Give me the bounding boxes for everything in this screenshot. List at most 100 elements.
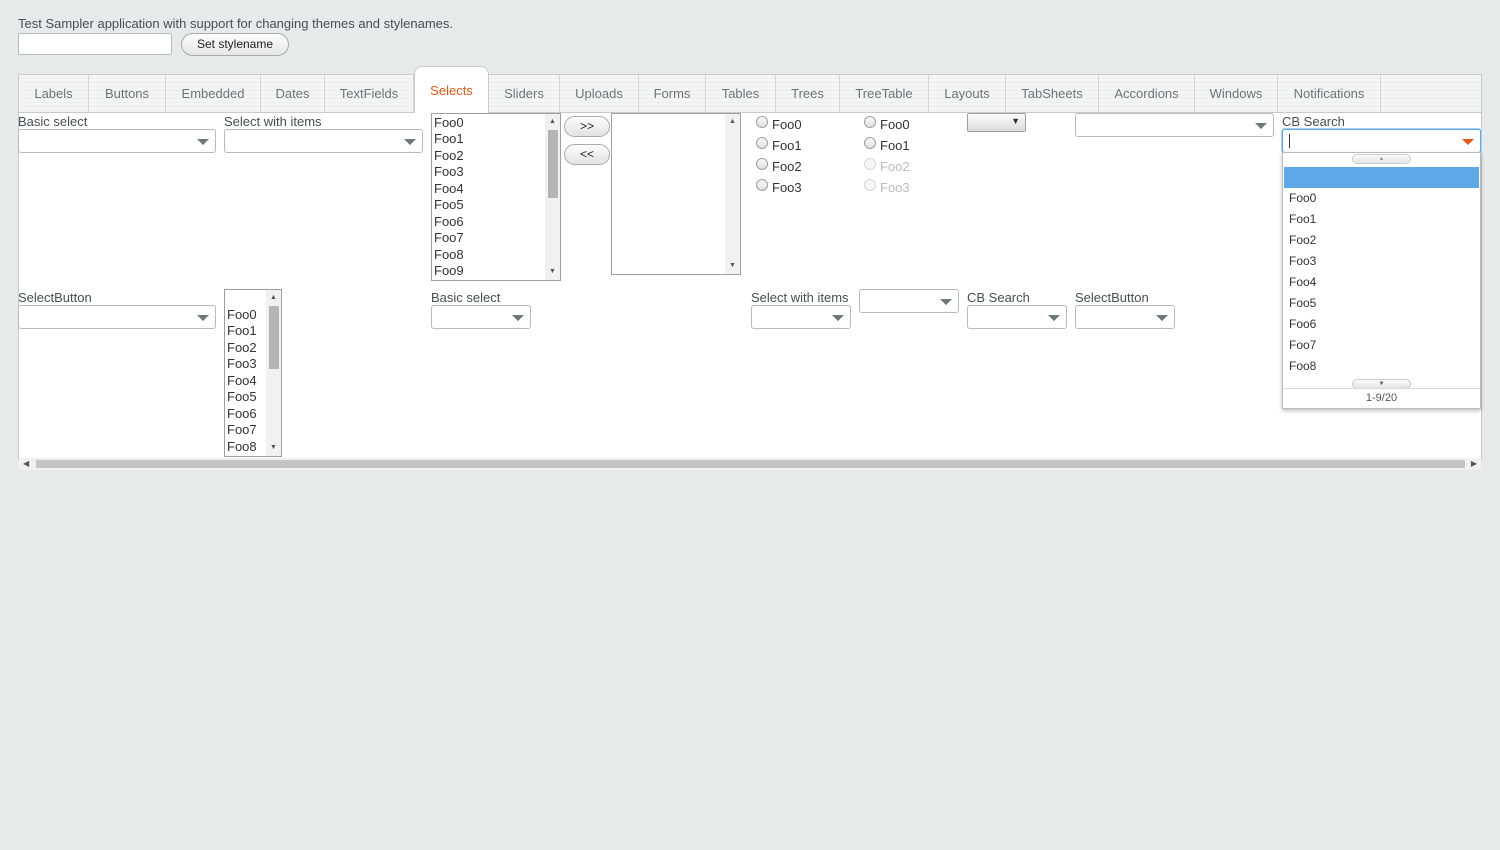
list-scrollbar[interactable]: ▲ ▼ [725,114,740,274]
combo-box[interactable] [1075,113,1274,137]
tab-layouts[interactable]: Layouts [929,75,1006,112]
tab-notifications[interactable]: Notifications [1278,75,1381,112]
list-item[interactable]: Foo7 [227,422,257,437]
tab-forms[interactable]: Forms [639,75,706,112]
tab-tabsheets[interactable]: TabSheets [1006,75,1099,112]
selectbutton-small[interactable] [1075,305,1175,329]
list-item[interactable]: Foo6 [227,406,257,421]
radio-label: Foo1 [772,138,802,153]
popup-item[interactable]: Foo3 [1289,254,1316,268]
list-item[interactable]: Foo2 [434,148,464,163]
tab-trees[interactable]: Trees [776,75,840,112]
popup-item[interactable]: Foo4 [1289,275,1316,289]
list-item[interactable]: Foo3 [227,356,257,371]
chevron-down-icon [940,299,952,305]
popup-item[interactable]: Foo6 [1289,317,1316,331]
combo-popup: ▲ Foo0 Foo1 Foo2 Foo3 Foo4 Foo5 Foo6 Foo… [1282,152,1481,409]
select-with-items-small[interactable] [751,305,851,329]
twincol-remove-button[interactable]: << [564,144,610,165]
list-select-small[interactable]: Foo0 Foo1 Foo2 Foo3 Foo4 Foo5 Foo6 Foo7 … [224,289,282,457]
radio-button[interactable] [756,116,768,128]
scroll-left-icon[interactable]: ◀ [23,459,29,468]
radio-label: Foo0 [772,117,802,132]
combo-box-small[interactable] [859,289,959,313]
popup-item[interactable]: Foo1 [1289,212,1316,226]
tab-sliders[interactable]: Sliders [489,75,560,112]
radio-button[interactable] [756,137,768,149]
list-item[interactable]: Foo1 [227,323,257,338]
list-item[interactable]: Foo0 [434,115,464,130]
select-with-items-label-small: Select with items [751,290,849,305]
list-item[interactable]: Foo5 [434,197,464,212]
chevron-down-icon [197,139,209,145]
tab-dates[interactable]: Dates [261,75,325,112]
native-select[interactable]: ▼ [967,113,1026,132]
tab-uploads[interactable]: Uploads [560,75,639,112]
list-item[interactable]: Foo2 [227,340,257,355]
radio-button[interactable] [864,116,876,128]
list-item[interactable]: Foo8 [227,439,257,454]
radio-button[interactable] [756,158,768,170]
scroll-up-icon[interactable]: ▲ [729,118,736,126]
cb-search-small[interactable] [967,305,1067,329]
tab-selects[interactable]: Selects [414,66,489,113]
scroll-up-icon[interactable]: ▲ [549,118,556,126]
tab-treetable[interactable]: TreeTable [840,75,929,112]
chevron-down-icon [1048,315,1060,321]
scroll-right-icon[interactable]: ▶ [1471,459,1477,468]
popup-item[interactable]: Foo2 [1289,233,1316,247]
selectbutton-label: SelectButton [18,290,92,305]
list-item[interactable]: Foo5 [227,389,257,404]
horizontal-scrollbar[interactable]: ◀ ▶ [19,458,1481,470]
tab-embedded[interactable]: Embedded [166,75,261,112]
scroll-down-icon[interactable]: ▼ [729,262,736,270]
basic-select-small[interactable] [431,305,531,329]
tab-textfields[interactable]: TextFields [325,75,414,112]
radio-button[interactable] [756,179,768,191]
list-item[interactable]: Foo0 [227,307,257,322]
popup-item[interactable]: Foo5 [1289,296,1316,310]
list-scrollbar[interactable]: ▲ ▼ [545,114,560,280]
tab-accordions[interactable]: Accordions [1099,75,1195,112]
set-stylename-button[interactable]: Set stylename [181,33,289,56]
popup-empty-option-selected[interactable] [1284,167,1479,188]
scroll-thumb[interactable] [269,306,279,369]
scroll-down-icon[interactable]: ▼ [270,444,277,452]
tab-labels[interactable]: Labels [19,75,89,112]
tab-tables[interactable]: Tables [706,75,776,112]
radio-label: Foo2 [880,159,910,174]
popup-item[interactable]: Foo0 [1289,191,1316,205]
select-with-items[interactable] [224,129,423,153]
basic-select-label: Basic select [18,114,88,129]
tab-buttons[interactable]: Buttons [89,75,166,112]
popup-item[interactable]: Foo8 [1289,359,1316,373]
scroll-up-icon[interactable]: ▲ [270,294,277,302]
list-item[interactable]: Foo4 [227,373,257,388]
selectbutton-label-small: SelectButton [1075,290,1149,305]
list-item[interactable]: Foo7 [434,230,464,245]
list-item[interactable]: Foo4 [434,181,464,196]
selectbutton-select[interactable] [18,305,216,329]
list-select[interactable]: Foo0 Foo1 Foo2 Foo3 Foo4 Foo5 Foo6 Foo7 … [431,113,561,281]
twincol-selected-list[interactable]: ▲ ▼ [611,113,741,275]
twincol-add-button[interactable]: >> [564,116,610,137]
basic-select[interactable] [18,129,216,153]
tab-windows[interactable]: Windows [1195,75,1278,112]
list-item[interactable]: Foo9 [434,263,464,278]
list-scrollbar[interactable]: ▲ ▼ [266,290,281,456]
popup-prev-page-button[interactable]: ▲ [1352,154,1411,164]
radio-button[interactable] [864,137,876,149]
popup-item[interactable]: Foo7 [1289,338,1316,352]
scroll-thumb[interactable] [548,130,558,198]
chevron-down-icon [404,139,416,145]
scroll-thumb[interactable] [36,460,1465,468]
list-item[interactable]: Foo8 [434,247,464,262]
list-item[interactable]: Foo3 [434,164,464,179]
cb-search-input[interactable] [1282,129,1481,153]
list-item[interactable]: Foo1 [434,131,464,146]
chevron-down-icon[interactable] [1462,139,1474,145]
stylename-input[interactable] [18,33,172,55]
radio-label: Foo2 [772,159,802,174]
list-item[interactable]: Foo6 [434,214,464,229]
scroll-down-icon[interactable]: ▼ [549,268,556,276]
